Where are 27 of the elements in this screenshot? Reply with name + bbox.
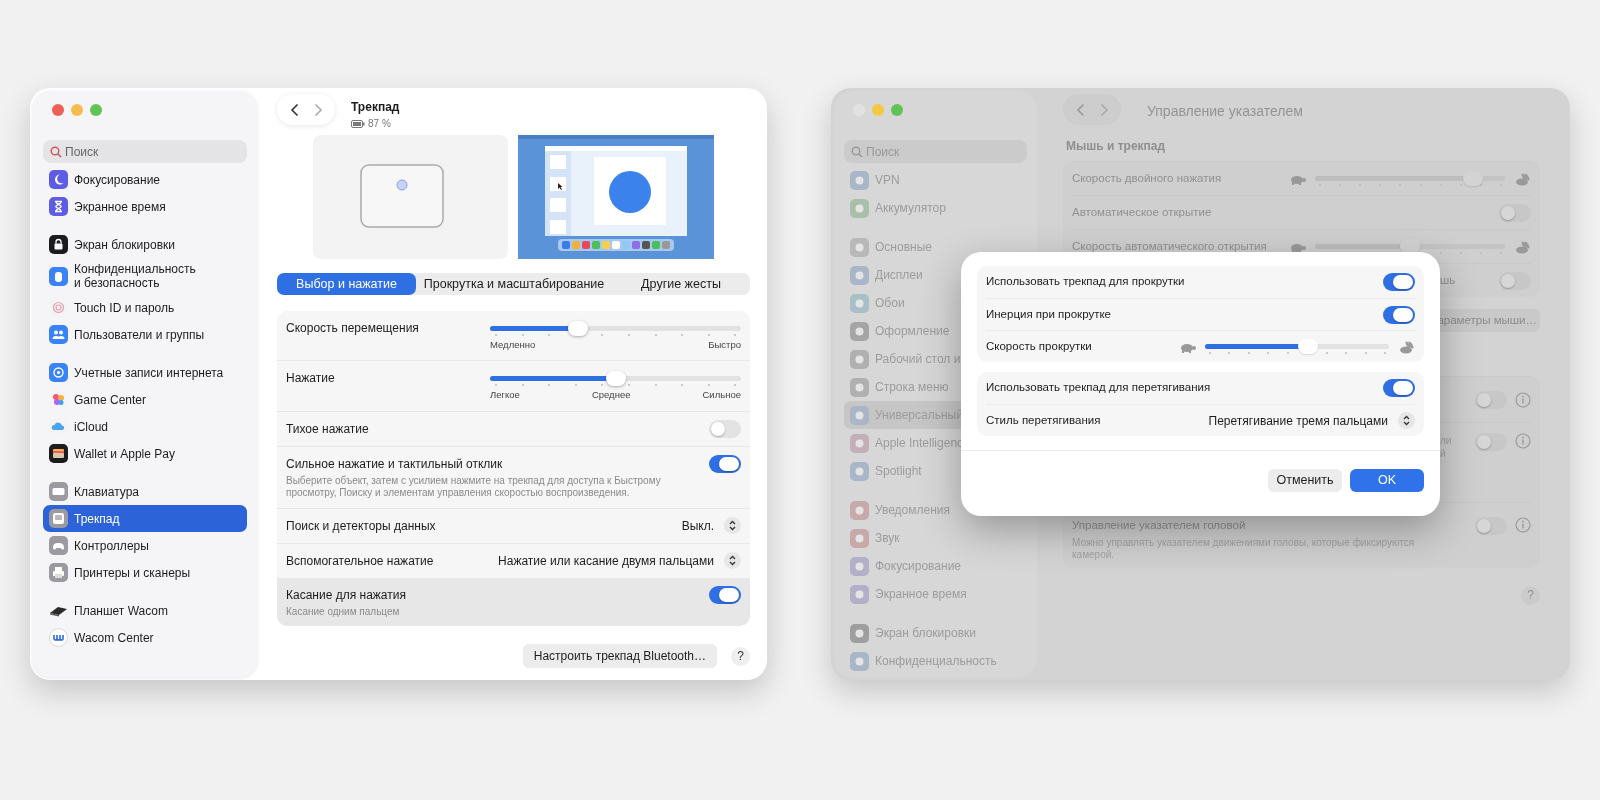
setting-label: Стиль перетягивания [986, 412, 1102, 428]
setting-label: Скорость автоматического открытия [1072, 238, 1268, 254]
scale-label: Медленно [490, 338, 536, 352]
setting-label: Использовать трекпад для перетягивания [986, 380, 1212, 396]
section-title: Мышь и трекпад [1066, 138, 1167, 155]
window-title: Трекпад [351, 99, 400, 116]
scale-label: Сильное [702, 388, 741, 403]
setting-label: шь [1440, 272, 1457, 288]
setting-label: Инерция при прокрутке [986, 306, 1112, 322]
setting-label: Использовать трекпад для прокрутки [986, 274, 1186, 290]
description: Касание одним пальцем [286, 605, 401, 618]
battery-level: 87 % [368, 117, 391, 131]
setting-label: Скорость двойного нажатия [1072, 170, 1223, 186]
scale-label: Среднее [591, 388, 631, 403]
setting-label: Тихое нажатие [286, 420, 370, 438]
setting-label: Поиск и детекторы данных [286, 517, 437, 535]
scale-label: Быстро [708, 338, 741, 352]
setting-label: Скорость прокрутки [986, 338, 1093, 354]
setting-label: Сильное нажатие и тактильный отклик [286, 455, 504, 473]
setting-label: Нажатие [286, 370, 336, 388]
setting-label: Касание для нажатия [286, 586, 407, 604]
setting-label: Скорость перемещения [286, 320, 420, 337]
scale-label: Легкое [490, 388, 520, 403]
description: Выберите объект, затем с усилием нажмите на трекпад для доступа к Быстрому просмотру, Поиску и элементам управления скоростью воспроизведения. [286, 474, 662, 500]
setting-label: Автоматическое открытие [1072, 204, 1213, 220]
setting-label: Вспомогательное нажатие [286, 552, 435, 570]
window-title: Управление указателем [1147, 102, 1303, 121]
